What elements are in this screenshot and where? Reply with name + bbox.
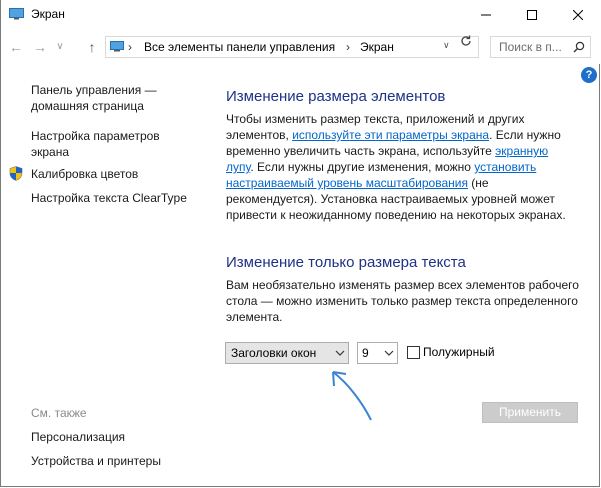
- section-text-size-description: Вам необязательно изменять размер всех э…: [226, 278, 579, 324]
- help-button[interactable]: ?: [581, 67, 597, 83]
- apply-button[interactable]: Применить: [482, 402, 578, 423]
- sidebar-link-calibrate-color[interactable]: Калибровка цветов: [31, 166, 138, 182]
- sidebar-link-devices-printers[interactable]: Устройства и принтеры: [31, 453, 161, 469]
- search-input[interactable]: Поиск в п...: [499, 40, 562, 54]
- close-icon: [572, 9, 584, 21]
- bold-checkbox[interactable]: [407, 346, 420, 359]
- navigation-bar: ← → ∨ ↑ › Все элементы панели управления…: [1, 30, 601, 64]
- chevron-down-icon: [335, 350, 345, 356]
- breadcrumb-all-items[interactable]: Все элементы панели управления: [144, 40, 335, 54]
- section-heading-text-size: Изменение только размера текста: [226, 254, 466, 271]
- font-size-select-value: 9: [362, 346, 369, 360]
- sidebar-link-display-settings[interactable]: Настройка параметров экрана: [31, 128, 191, 160]
- bold-checkbox-label[interactable]: Полужирный: [423, 345, 495, 359]
- search-box[interactable]: Поиск в п...: [490, 36, 591, 58]
- window-title: Экран: [31, 7, 65, 21]
- control-panel-icon: [110, 41, 124, 52]
- maximize-button[interactable]: [509, 0, 555, 30]
- font-size-select[interactable]: 9: [357, 342, 398, 364]
- title-bar: Экран: [1, 0, 601, 30]
- see-also-heading: См. также: [31, 406, 87, 420]
- chevron-down-icon: [384, 350, 394, 356]
- address-bar[interactable]: › Все элементы панели управления › Экран: [105, 36, 479, 58]
- section-heading-resize-elements: Изменение размера элементов: [226, 88, 446, 105]
- sidebar-link-home[interactable]: Панель управления — домашняя страница: [31, 82, 191, 114]
- recent-locations-button[interactable]: ∨: [51, 38, 69, 56]
- address-dropdown-icon[interactable]: ∨: [443, 40, 450, 51]
- link-display-settings[interactable]: используйте эти параметры экрана: [292, 128, 489, 142]
- control-panel-window: Экран ← → ∨ ↑ › Все элементы панели упра…: [0, 0, 601, 487]
- close-button[interactable]: [555, 0, 601, 30]
- description-text: . Если нужны другие изменения, можно: [250, 160, 475, 174]
- maximize-icon: [527, 10, 537, 20]
- minimize-icon: [481, 14, 491, 16]
- back-button[interactable]: ←: [7, 38, 25, 56]
- element-select-value: Заголовки окон: [231, 346, 317, 360]
- minimize-button[interactable]: [463, 0, 509, 30]
- element-select[interactable]: Заголовки окон: [225, 342, 349, 364]
- shield-icon: [9, 166, 23, 181]
- arrow-up-icon: ↑: [88, 39, 96, 55]
- arrow-left-icon: ←: [9, 39, 23, 55]
- display-icon: [9, 8, 24, 20]
- search-icon: [573, 41, 585, 53]
- breadcrumb-separator-icon: ›: [346, 40, 350, 54]
- refresh-icon[interactable]: [459, 34, 473, 48]
- section-resize-description: Чтобы изменить размер текста, приложений…: [226, 111, 574, 223]
- breadcrumb-display[interactable]: Экран: [360, 40, 394, 54]
- chevron-down-icon: ∨: [56, 41, 64, 52]
- breadcrumb-separator-icon: ›: [128, 40, 132, 54]
- up-button[interactable]: ↑: [83, 38, 101, 56]
- sidebar-link-personalization[interactable]: Персонализация: [31, 429, 125, 445]
- annotation-arrow-icon: [332, 371, 372, 421]
- forward-button[interactable]: →: [31, 38, 49, 56]
- arrow-right-icon: →: [33, 39, 47, 55]
- sidebar-link-cleartype[interactable]: Настройка текста ClearType: [31, 190, 187, 206]
